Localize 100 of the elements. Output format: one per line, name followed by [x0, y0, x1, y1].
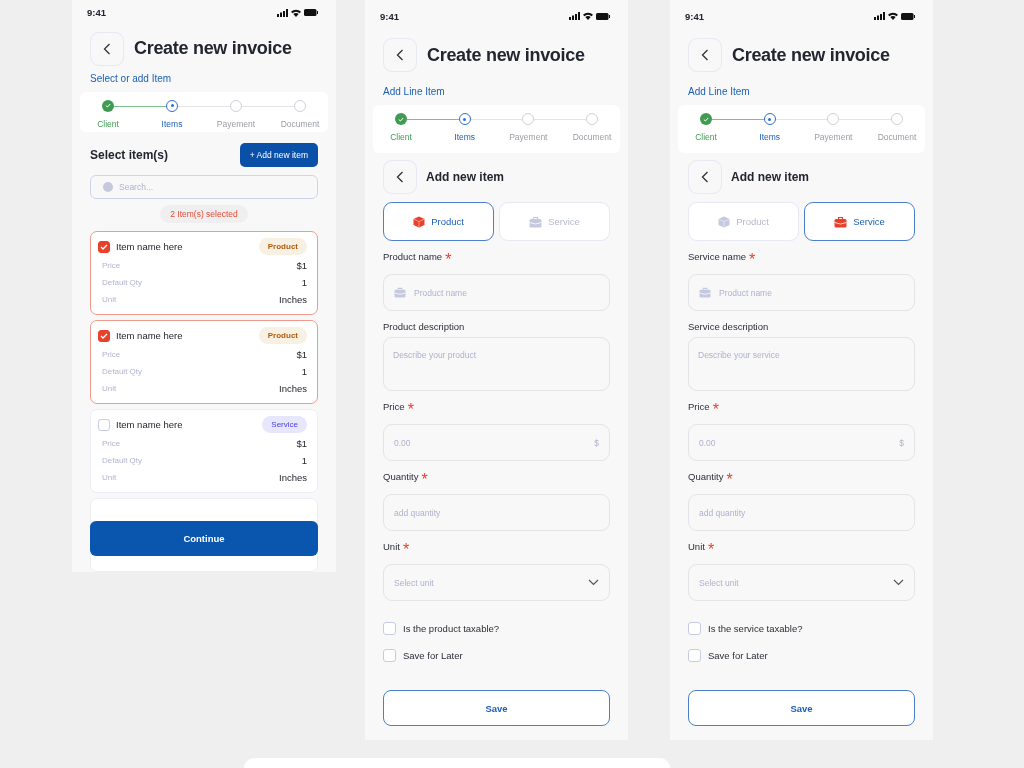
briefcase-icon	[529, 215, 543, 228]
back-button[interactable]	[383, 160, 417, 194]
item-name: Item name here	[116, 241, 184, 252]
item-card[interactable]: Item name here Service Price $1 Default Qty 1 Unit Inches	[90, 409, 318, 493]
field-label: Unit	[383, 541, 400, 552]
page-title: Create new invoice	[427, 44, 585, 66]
checkbox-label: Save for Later	[403, 650, 463, 661]
chevron-left-icon	[396, 171, 404, 183]
save-button[interactable]: Save	[383, 690, 610, 726]
checkbox-label: Is the service taxable?	[708, 623, 803, 634]
item-card[interactable]: Item name here Product Price $1 Default Qty 1 Unit Inches	[90, 320, 318, 404]
continue-button[interactable]: Continue	[90, 521, 318, 556]
search-icon	[103, 181, 113, 192]
back-button[interactable]	[688, 160, 722, 194]
save-button[interactable]: Save	[688, 690, 915, 726]
item-name: Item name here	[116, 419, 184, 430]
row-value: $1	[296, 349, 307, 360]
checkbox[interactable]	[98, 240, 110, 253]
wifi-icon	[888, 12, 898, 20]
row-label: Default Qty	[102, 278, 142, 287]
row-value: Inches	[279, 294, 307, 305]
step-label: Payement	[216, 118, 256, 129]
field-label: Quantity	[688, 471, 724, 482]
checkbox[interactable]	[688, 649, 701, 662]
row-label: Price	[102, 439, 121, 448]
required-mark: *	[421, 471, 428, 489]
subtitle-link[interactable]: Add Line Item	[383, 86, 445, 97]
type-badge: Product	[258, 327, 307, 344]
field-label: Price	[383, 401, 405, 412]
step-label: Document	[877, 132, 917, 142]
briefcase-icon	[699, 287, 711, 298]
step-label: Payement	[814, 132, 853, 142]
step-label: Document	[280, 118, 320, 129]
required-mark: *	[707, 541, 715, 559]
field-label: Quantity	[383, 471, 419, 482]
briefcase-icon	[394, 287, 406, 298]
checkbox[interactable]	[688, 622, 701, 635]
row-value: $1	[296, 260, 307, 271]
item-name: Item name here	[116, 330, 184, 341]
type-tab[interactable]: Product	[383, 202, 494, 241]
section-title: Select item(s)	[90, 147, 169, 162]
row-value: 1	[301, 277, 307, 288]
briefcase-icon	[834, 215, 848, 228]
field-label: Service description	[688, 321, 769, 332]
field-label: Unit	[688, 541, 705, 552]
field-label: Price	[688, 401, 710, 412]
item-card[interactable]: Item name here Product Price $1 Default Qty 1 Unit Inches	[90, 231, 318, 315]
field-label: Service name	[688, 251, 747, 262]
currency-sign: $	[899, 437, 904, 448]
step-label: Client	[97, 118, 119, 129]
battery-icon	[901, 12, 915, 20]
subtitle-link[interactable]: Select or add Item	[90, 72, 172, 84]
row-value: 1	[301, 366, 307, 377]
page-title: Create new invoice	[134, 38, 292, 60]
row-value: 1	[301, 455, 307, 466]
selected-count-chip: 2 Item(s) selected	[160, 205, 248, 223]
required-mark: *	[402, 541, 410, 559]
subtitle-link[interactable]: Add Line Item	[688, 86, 750, 97]
description-field[interactable]: Describe your service	[688, 337, 915, 391]
checkbox[interactable]	[98, 329, 110, 342]
type-badge: Service	[262, 416, 307, 433]
row-label: Unit	[102, 473, 117, 482]
required-mark: *	[726, 471, 733, 489]
row-label: Price	[102, 350, 121, 359]
type-tab[interactable]: Service	[804, 202, 915, 241]
row-value: Inches	[279, 383, 307, 394]
step-label: Items	[161, 118, 183, 129]
chevron-left-icon	[701, 171, 709, 183]
back-button[interactable]	[90, 31, 124, 66]
row-label: Price	[102, 261, 121, 270]
checkbox-label: Is the product taxable?	[403, 623, 500, 634]
cube-icon	[413, 215, 426, 228]
chevron-down-icon	[588, 579, 599, 586]
status-time: 9:41	[685, 10, 705, 22]
battery-icon	[304, 9, 318, 17]
wifi-icon	[291, 8, 301, 17]
row-label: Default Qty	[102, 456, 142, 465]
step-label: Items	[454, 132, 476, 142]
back-button[interactable]	[688, 38, 722, 72]
chevron-left-icon	[103, 42, 111, 55]
signal-icon	[277, 8, 288, 17]
chevron-left-icon	[701, 49, 709, 61]
page-title: Create new invoice	[732, 44, 890, 66]
checkbox[interactable]	[98, 418, 110, 431]
checkbox[interactable]	[383, 622, 396, 635]
step-label: Items	[759, 132, 781, 142]
status-time: 9:41	[87, 7, 107, 19]
back-button[interactable]	[383, 38, 417, 72]
row-label: Unit	[102, 295, 117, 304]
description-field[interactable]: Describe your product	[383, 337, 610, 391]
checkbox-label: Save for Later	[708, 650, 768, 661]
signal-icon	[874, 12, 885, 20]
checkbox[interactable]	[383, 649, 396, 662]
step-label: Client	[695, 132, 717, 142]
step-label: Document	[572, 132, 612, 142]
row-value: Inches	[279, 472, 307, 483]
step-label: Payement	[509, 132, 548, 142]
currency-sign: $	[594, 437, 599, 448]
type-badge: Product	[258, 238, 307, 255]
add-item-button[interactable]: + Add new item	[239, 142, 318, 167]
